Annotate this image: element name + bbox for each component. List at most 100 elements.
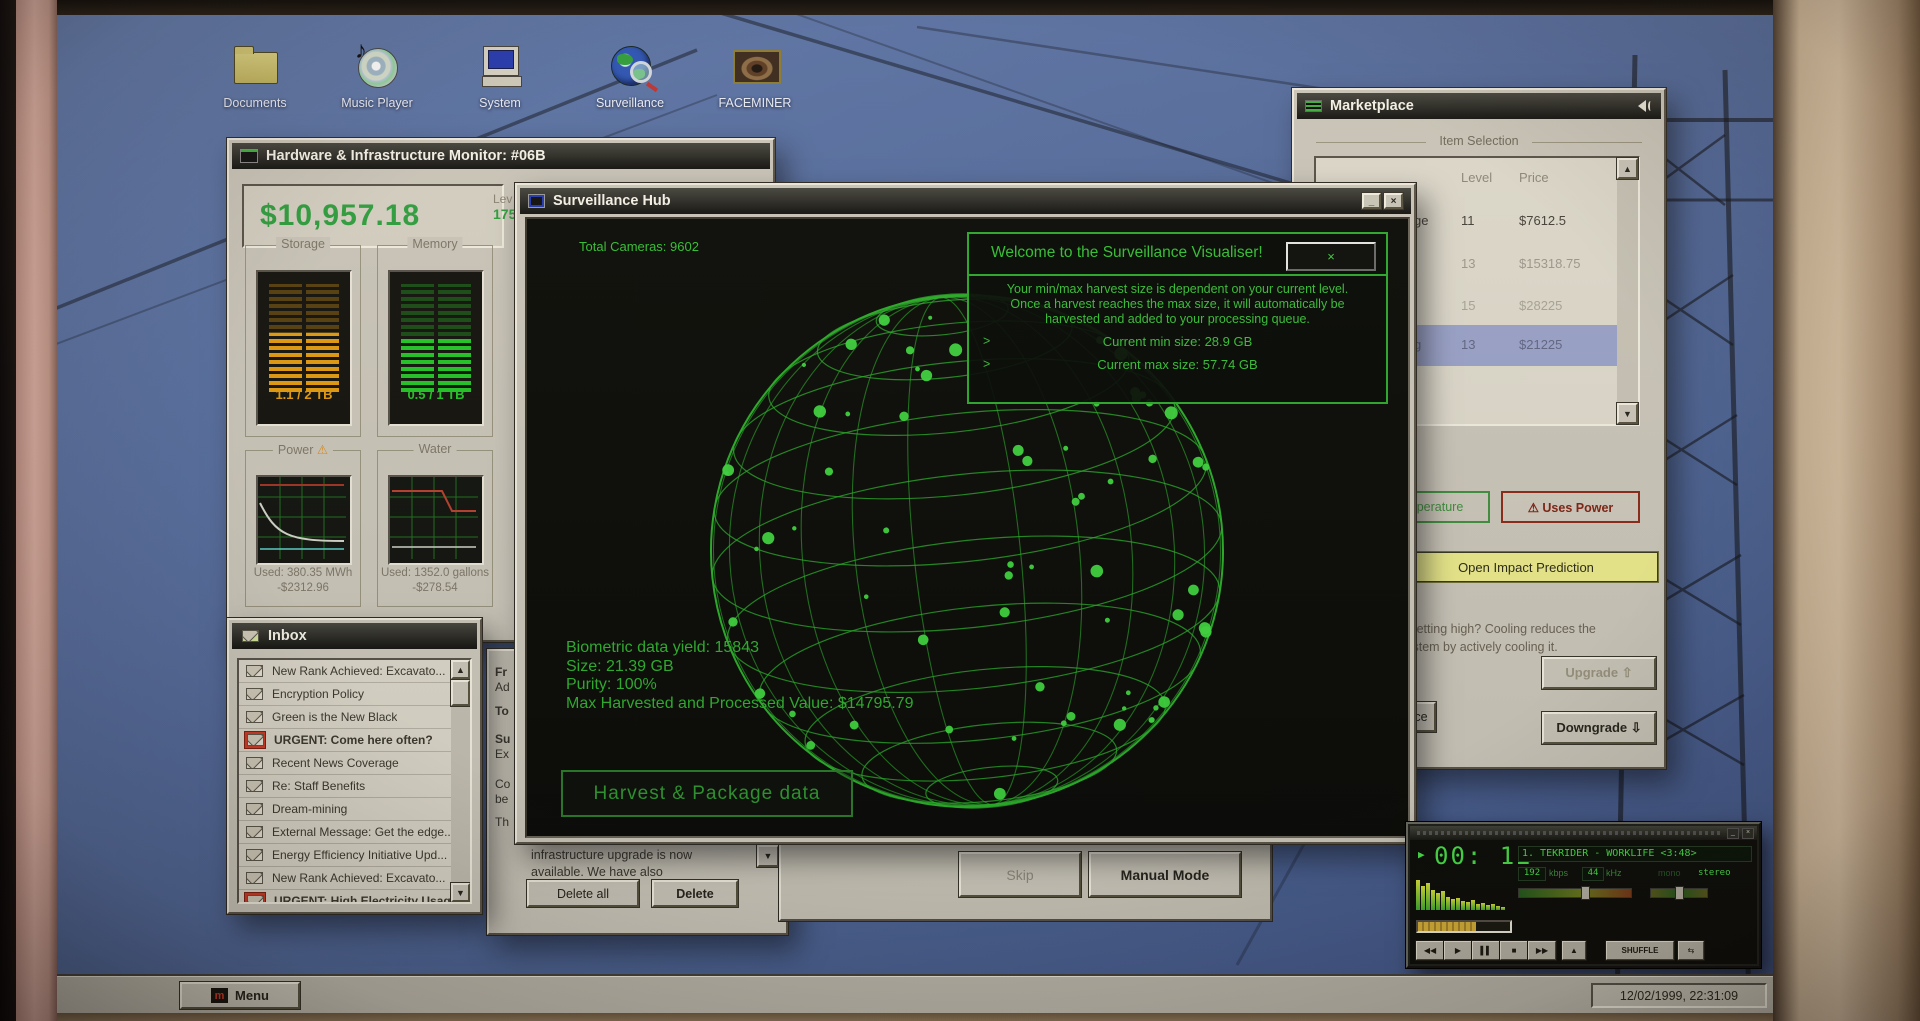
email-field-labels: Fr Ad To Su Ex Co be Th	[495, 665, 510, 830]
close-button[interactable]: ×	[1384, 193, 1403, 209]
volume-slider[interactable]	[1518, 888, 1632, 898]
envelope-icon	[244, 824, 264, 840]
player-titlebar[interactable]: _ ×	[1410, 826, 1757, 840]
spectrum-bar	[1486, 905, 1490, 910]
eye-icon	[733, 50, 781, 84]
skip-button[interactable]: Skip	[959, 852, 1081, 897]
mail-item[interactable]: Recent News Coverage	[239, 752, 455, 775]
stereo-indicator: stereo	[1698, 868, 1731, 878]
marketplace-icon	[1305, 100, 1322, 112]
pause-button[interactable]: ▌▌	[1472, 941, 1500, 960]
spectrum-bar	[1431, 890, 1435, 910]
menu-button[interactable]: m Menu	[180, 982, 300, 1009]
mail-item[interactable]: External Message: Get the edge...	[239, 821, 455, 844]
player-minimize-button[interactable]: _	[1727, 828, 1739, 839]
memory-label: Memory	[407, 237, 462, 251]
spectrum-bar	[1416, 880, 1420, 910]
water-used: Used: 1352.0 gallons	[372, 567, 498, 579]
upgrade-button[interactable]: Upgrade ⇧	[1542, 657, 1656, 689]
harvest-package-button[interactable]: Harvest & Package data	[561, 770, 853, 817]
spectrum-bar	[1466, 902, 1470, 910]
repeat-button[interactable]: ⇆	[1678, 941, 1704, 960]
next-button[interactable]: ▶▶	[1528, 941, 1556, 960]
crt-monitor-photo: Documents ♪ Music Player System Surveill…	[0, 0, 1920, 1021]
memory-value: 0.5 / 1 TB	[390, 387, 482, 402]
play-button[interactable]: ▶	[1444, 941, 1472, 960]
scroll-up-button[interactable]: ▲	[451, 660, 470, 679]
spectrum-bar	[1421, 886, 1425, 910]
marketplace-titlebar[interactable]: Marketplace	[1297, 93, 1661, 119]
desktop-icon-documents[interactable]: Documents	[209, 42, 301, 110]
window-title: Inbox	[268, 628, 307, 644]
bitrate-unit: kbps	[1549, 868, 1568, 878]
mail-item[interactable]: New Rank Achieved: Excavato...	[239, 660, 455, 683]
mail-item[interactable]: Energy Efficiency Initiative Upd...	[239, 844, 455, 867]
spectrum-bar	[1436, 893, 1440, 910]
balance-slider[interactable]	[1650, 888, 1708, 898]
power-label: Power ⚠	[273, 442, 333, 457]
mail-item[interactable]: New Rank Achieved: Excavato...	[239, 867, 455, 890]
desktop-icon-system[interactable]: System	[454, 42, 546, 110]
desktop-icon-faceminer[interactable]: FACEMINER	[709, 42, 801, 110]
menu-logo-icon: m	[211, 988, 228, 1003]
monitor-bezel-top	[57, 0, 1773, 15]
music-player-window: _ × ▶ 00: 12 1. TEKRIDER - WORKLIFE <3:4…	[1406, 822, 1761, 968]
inbox-titlebar[interactable]: Inbox	[232, 623, 477, 649]
scroll-thumb[interactable]	[451, 680, 470, 706]
envelope-icon	[244, 847, 264, 863]
delete-button[interactable]: Delete	[652, 880, 738, 907]
scroll-down-button[interactable]: ▼	[451, 883, 470, 902]
shuffle-button[interactable]: SHUFFLE	[1606, 941, 1674, 960]
desktop-icon-surveillance[interactable]: Surveillance	[584, 42, 676, 110]
music-note-icon: ♪	[355, 37, 367, 65]
mail-item[interactable]: Encryption Policy	[239, 683, 455, 706]
seek-bar[interactable]	[1416, 920, 1512, 933]
spectrum-bar	[1446, 897, 1450, 910]
envelope-icon	[244, 870, 264, 886]
cd-icon: ♪	[358, 48, 398, 88]
balance-value: $10,957.18	[260, 199, 420, 233]
storage-value: 1.1 / 2 TB	[258, 387, 350, 402]
mail-item-urgent[interactable]: URGENT: Come here often?	[239, 729, 455, 752]
water-cost: -$278.54	[372, 582, 498, 594]
desktop-icon-music-player[interactable]: ♪ Music Player	[331, 42, 423, 110]
hardware-titlebar[interactable]: Hardware & Infrastructure Monitor: #06B	[232, 143, 770, 169]
previous-button[interactable]: ◀◀	[1416, 941, 1444, 960]
monitor-bezel-bottom	[57, 1013, 1773, 1021]
downgrade-button[interactable]: Downgrade ⇩	[1542, 712, 1656, 744]
inbox-scrollbar[interactable]: ▲ ▼	[451, 660, 470, 902]
memory-meter: 0.5 / 1 TB	[388, 270, 484, 426]
window-title: Hardware & Infrastructure Monitor: #06B	[266, 148, 546, 164]
mail-item[interactable]: Re: Staff Benefits	[239, 775, 455, 798]
icon-label: FACEMINER	[709, 96, 801, 110]
scroll-down-button[interactable]: ▼	[1617, 403, 1638, 424]
cooling-description: ngs getting high? Cooling reduces thesys…	[1386, 620, 1672, 656]
surveillance-hub-window: Surveillance Hub _ × Total Cameras: 9602…	[515, 183, 1416, 844]
envelope-icon	[244, 755, 264, 771]
mail-item[interactable]: Green is the New Black	[239, 706, 455, 729]
minimize-button[interactable]: _	[1362, 193, 1381, 209]
speaker-icon[interactable]	[1638, 100, 1653, 112]
samplerate-value: 44	[1582, 867, 1604, 881]
icon-label: System	[454, 96, 546, 110]
delete-all-button[interactable]: Delete all	[527, 880, 639, 907]
dialog-title: Welcome to the Surveillance Visualiser!	[991, 244, 1263, 262]
player-close-button[interactable]: ×	[1742, 828, 1754, 839]
hub-titlebar[interactable]: Surveillance Hub _ ×	[520, 188, 1411, 214]
min-size: Current min size: 28.9 GB	[1103, 334, 1253, 349]
manual-mode-button[interactable]: Manual Mode	[1089, 852, 1241, 897]
mail-item[interactable]: Dream-mining	[239, 798, 455, 821]
globe-magnifier-icon	[611, 46, 651, 86]
total-cameras: Total Cameras: 9602	[579, 239, 699, 254]
dialog-close-button[interactable]: ×	[1286, 242, 1376, 271]
spectrum-analyzer	[1416, 878, 1512, 910]
mail-item-urgent[interactable]: URGENT: High Electricity Usage	[239, 890, 455, 904]
scroll-up-button[interactable]: ▲	[1617, 158, 1638, 179]
eject-button[interactable]: ▲	[1562, 941, 1586, 960]
water-label: Water	[414, 442, 457, 456]
scrollbar[interactable]: ▲ ▼	[1617, 158, 1638, 424]
stop-button[interactable]: ■	[1500, 941, 1528, 960]
open-impact-prediction-button[interactable]: Open Impact Prediction	[1393, 551, 1659, 583]
spectrum-bar	[1456, 898, 1460, 910]
email-scroll-down-button[interactable]: ▼	[757, 845, 779, 867]
